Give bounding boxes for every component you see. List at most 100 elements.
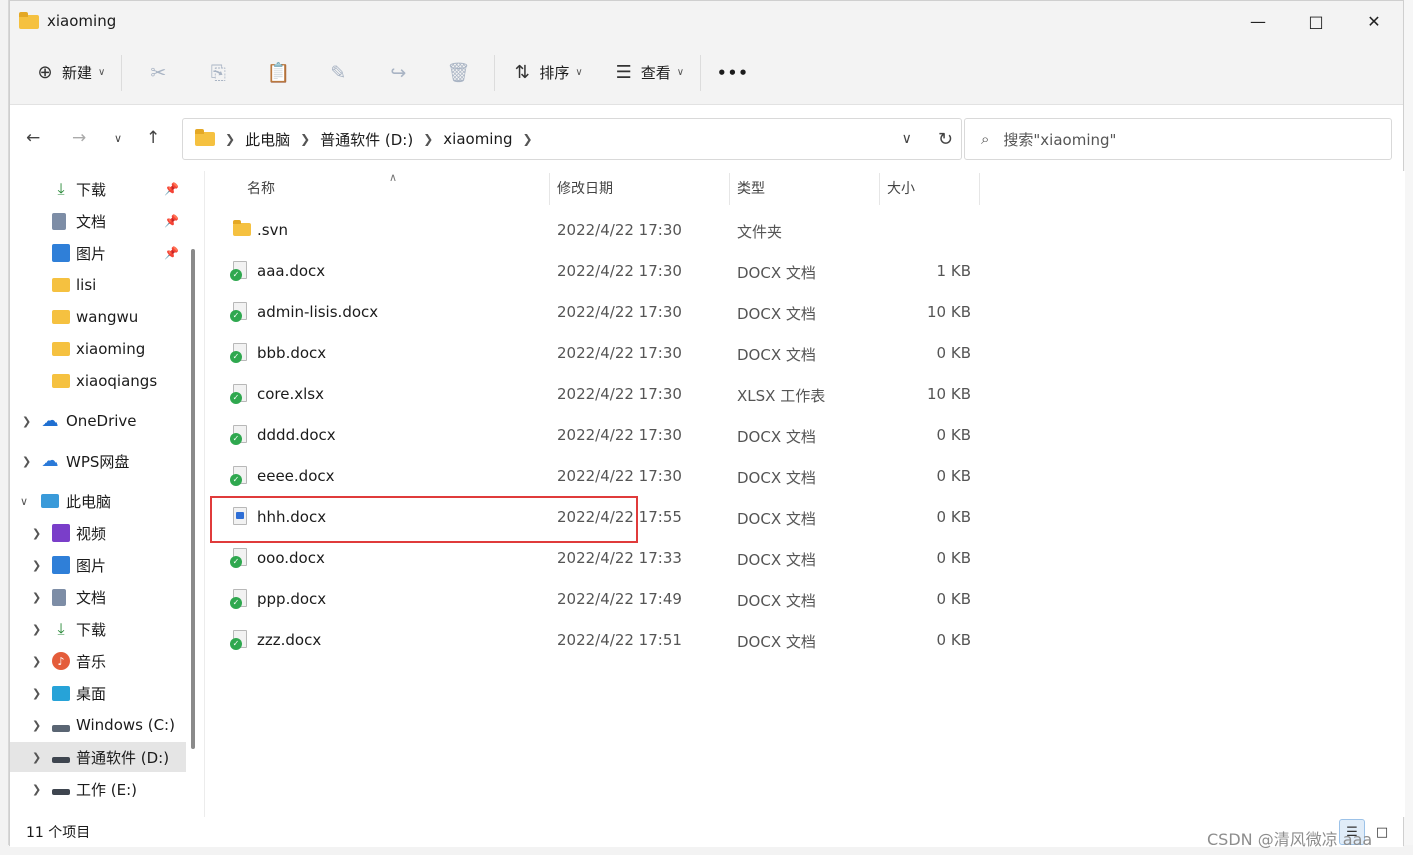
chevron-right-icon[interactable]: ❯ bbox=[32, 783, 41, 796]
delete-button[interactable]: 🗑 bbox=[428, 53, 488, 93]
more-options-button[interactable]: ••• bbox=[707, 53, 759, 93]
nav-item-xiaoqiangs[interactable]: xiaoqiangs bbox=[10, 366, 186, 396]
copy-button[interactable]: ⎘ bbox=[188, 53, 248, 93]
nav-item-drive-e[interactable]: ❯ 工作 (E:) bbox=[10, 774, 186, 804]
nav-item-xiaoming[interactable]: xiaoming bbox=[10, 334, 186, 364]
breadcrumb-this-pc[interactable]: 此电脑 bbox=[245, 129, 290, 150]
share-button[interactable]: ↪ bbox=[368, 53, 428, 93]
download-icon: ⤓ bbox=[57, 179, 65, 198]
pin-icon[interactable]: 📌 bbox=[164, 182, 179, 196]
back-button[interactable]: ← bbox=[26, 128, 40, 148]
column-divider[interactable] bbox=[729, 173, 730, 205]
up-button[interactable]: ↑ bbox=[146, 128, 160, 148]
nav-item-documents[interactable]: ❯ 文档 bbox=[10, 582, 186, 612]
column-header-type[interactable]: 类型 bbox=[737, 171, 765, 205]
chevron-right-icon[interactable]: ❯ bbox=[32, 655, 41, 668]
chevron-right-icon[interactable]: ❯ bbox=[32, 719, 41, 732]
file-name: core.xlsx bbox=[257, 385, 324, 403]
table-row[interactable]: ✓ admin-lisis.docx 2022/4/22 17:30 DOCX … bbox=[205, 292, 985, 333]
table-row[interactable]: .svn 2022/4/22 17:30 文件夹 bbox=[205, 210, 985, 251]
address-bar[interactable]: ❯ 此电脑 ❯ 普通软件 (D:) ❯ xiaoming ❯ ∨ ↻ bbox=[182, 118, 962, 160]
chevron-right-icon[interactable]: ❯ bbox=[32, 591, 41, 604]
table-row[interactable]: ✓ ppp.docx 2022/4/22 17:49 DOCX 文档 0 KB bbox=[205, 579, 985, 620]
pin-icon[interactable]: 📌 bbox=[164, 246, 179, 260]
table-row[interactable]: ✓ eeee.docx 2022/4/22 17:30 DOCX 文档 0 KB bbox=[205, 456, 985, 497]
nav-item-label: OneDrive bbox=[66, 412, 137, 430]
drive-icon bbox=[52, 757, 70, 763]
chevron-right-icon[interactable]: ❯ bbox=[22, 415, 31, 428]
column-header-date[interactable]: 修改日期 bbox=[557, 171, 613, 205]
breadcrumb-xiaoming[interactable]: xiaoming bbox=[443, 130, 512, 148]
chevron-right-icon[interactable]: ❯ bbox=[523, 132, 533, 146]
chevron-down-icon[interactable]: ∨ bbox=[20, 495, 28, 508]
column-divider[interactable] bbox=[549, 173, 550, 205]
nav-item-downloads-pinned[interactable]: ⤓ 下载 📌 bbox=[10, 174, 186, 204]
search-box[interactable]: ⌕ 搜索"xiaoming" bbox=[964, 118, 1392, 160]
chevron-right-icon[interactable]: ❯ bbox=[32, 559, 41, 572]
nav-item-desktop[interactable]: ❯ 桌面 bbox=[10, 678, 186, 708]
svn-document-icon: ✓ bbox=[230, 630, 249, 650]
view-button[interactable]: ☰ 查看 ∨ bbox=[603, 53, 694, 93]
forward-button[interactable]: → bbox=[72, 128, 86, 148]
table-row[interactable]: ✓ core.xlsx 2022/4/22 17:30 XLSX 工作表 10 … bbox=[205, 374, 985, 415]
sort-label: 排序 bbox=[539, 64, 570, 82]
table-row[interactable]: ✓ ooo.docx 2022/4/22 17:33 DOCX 文档 0 KB bbox=[205, 538, 985, 579]
paste-button[interactable]: 📋 bbox=[248, 53, 308, 93]
tiles-view-button[interactable]: □ bbox=[1369, 819, 1395, 845]
nav-item-label: 此电脑 bbox=[66, 492, 112, 511]
rename-button[interactable]: ✎ bbox=[308, 53, 368, 93]
nav-item-pictures[interactable]: ❯ 图片 bbox=[10, 550, 186, 580]
file-date: 2022/4/22 17:30 bbox=[557, 344, 682, 362]
address-actions: ∨ ↻ bbox=[902, 119, 953, 159]
refresh-button[interactable]: ↻ bbox=[938, 129, 953, 150]
column-header-name[interactable]: 名称 bbox=[247, 171, 275, 205]
nav-item-drive-c[interactable]: ❯ Windows (C:) bbox=[10, 710, 186, 740]
nav-item-wangwu[interactable]: wangwu bbox=[10, 302, 186, 332]
nav-item-documents-pinned[interactable]: 文档 📌 bbox=[10, 206, 186, 236]
column-divider[interactable] bbox=[979, 173, 980, 205]
pin-icon[interactable]: 📌 bbox=[164, 214, 179, 228]
file-name: zzz.docx bbox=[257, 631, 322, 649]
nav-item-this-pc[interactable]: ∨ 此电脑 bbox=[10, 486, 186, 516]
column-header-size[interactable]: 大小 bbox=[887, 171, 915, 205]
recent-locations-button[interactable]: ∨ bbox=[114, 132, 122, 145]
table-row[interactable]: ✓ dddd.docx 2022/4/22 17:30 DOCX 文档 0 KB bbox=[205, 415, 985, 456]
nav-item-drive-d[interactable]: ❯ 普通软件 (D:) bbox=[10, 742, 186, 772]
table-row[interactable]: ✓ zzz.docx 2022/4/22 17:51 DOCX 文档 0 KB bbox=[205, 620, 985, 661]
new-button[interactable]: ⊕ 新建 ∨ bbox=[24, 53, 115, 93]
table-row[interactable]: ✓ aaa.docx 2022/4/22 17:30 DOCX 文档 1 KB bbox=[205, 251, 985, 292]
nav-item-label: 音乐 bbox=[76, 652, 107, 671]
chevron-right-icon[interactable]: ❯ bbox=[22, 455, 31, 468]
nav-item-onedrive[interactable]: ❯ ☁ OneDrive bbox=[10, 406, 186, 436]
chevron-right-icon[interactable]: ❯ bbox=[32, 751, 41, 764]
close-button[interactable]: ✕ bbox=[1345, 1, 1403, 41]
nav-scrollbar[interactable] bbox=[191, 249, 195, 749]
file-type: DOCX 文档 bbox=[737, 633, 816, 651]
chevron-right-icon[interactable]: ❯ bbox=[32, 687, 41, 700]
breadcrumb-drive-d[interactable]: 普通软件 (D:) bbox=[320, 129, 413, 150]
table-row[interactable]: hhh.docx 2022/4/22 17:55 DOCX 文档 0 KB bbox=[205, 497, 985, 538]
list-view-icon: ☰ bbox=[615, 62, 632, 83]
address-history-button[interactable]: ∨ bbox=[902, 131, 912, 147]
nav-item-downloads[interactable]: ❯ ⤓ 下载 bbox=[10, 614, 186, 644]
folder-icon bbox=[19, 12, 39, 29]
search-input[interactable]: 搜索"xiaoming" bbox=[1003, 129, 1116, 150]
table-row[interactable]: ✓ bbb.docx 2022/4/22 17:30 DOCX 文档 0 KB bbox=[205, 333, 985, 374]
cut-button[interactable]: ✂ bbox=[128, 53, 188, 93]
minimize-button[interactable]: — bbox=[1229, 1, 1287, 41]
file-name: ppp.docx bbox=[257, 590, 327, 608]
svn-document-icon: ✓ bbox=[230, 589, 249, 609]
file-size: 0 KB bbox=[936, 508, 971, 526]
nav-item-pictures-pinned[interactable]: 图片 📌 bbox=[10, 238, 186, 268]
nav-item-wps-drive[interactable]: ❯ ☁ WPS网盘 bbox=[10, 446, 186, 476]
sort-button[interactable]: ⇅ 排序 ∨ bbox=[501, 53, 592, 93]
nav-item-videos[interactable]: ❯ 视频 bbox=[10, 518, 186, 548]
chevron-right-icon[interactable]: ❯ bbox=[32, 527, 41, 540]
computer-icon bbox=[41, 494, 59, 508]
nav-item-lisi[interactable]: lisi bbox=[10, 270, 186, 300]
chevron-right-icon[interactable]: ❯ bbox=[32, 623, 41, 636]
nav-item-music[interactable]: ❯ ♪ 音乐 bbox=[10, 646, 186, 676]
svn-document-icon: ✓ bbox=[230, 302, 249, 322]
maximize-button[interactable]: □ bbox=[1287, 1, 1345, 41]
column-divider[interactable] bbox=[879, 173, 880, 205]
